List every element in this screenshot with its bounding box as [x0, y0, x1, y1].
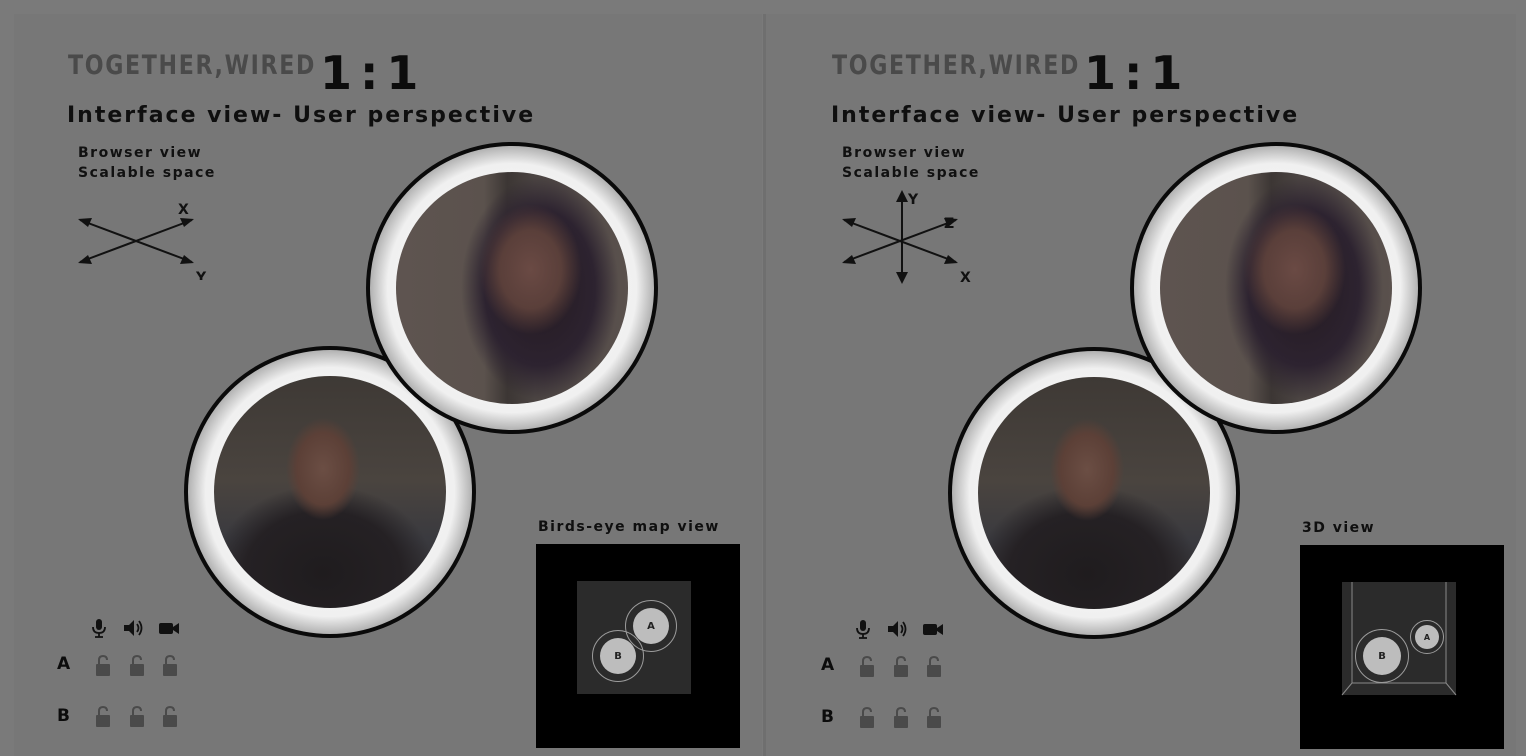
browser-view-line: Browser view [842, 145, 967, 161]
token-a[interactable]: A [1415, 625, 1439, 649]
participant-b-video[interactable] [214, 376, 446, 608]
browser-view-label: Browser view Scalable space [842, 143, 980, 183]
panel-right: TOGETHER,WIRED 1:1 Interface view- User … [766, 14, 1516, 756]
unlock-icon[interactable] [858, 655, 876, 679]
ratio-label: 1:1 [1084, 46, 1191, 100]
unlock-icon[interactable] [925, 655, 943, 679]
unlock-icon[interactable] [892, 655, 910, 679]
unlock-icon[interactable] [128, 705, 146, 729]
unlock-icon[interactable] [925, 706, 943, 730]
unlock-icon[interactable] [161, 654, 179, 678]
row-label-b: B [821, 707, 834, 727]
unlock-icon[interactable] [858, 706, 876, 730]
axis-x-label: X [178, 202, 189, 218]
speaker-icon[interactable] [886, 618, 908, 640]
page-subtitle: Interface view- User perspective [67, 103, 536, 128]
unlock-icon[interactable] [161, 705, 179, 729]
map-title: Birds-eye map view [538, 519, 720, 535]
axis-x-label: X [960, 270, 971, 286]
participant-b-video[interactable] [978, 377, 1210, 609]
participant-a-video[interactable] [1160, 172, 1392, 404]
panel-left: TOGETHER,WIRED 1:1 Interface view- User … [14, 14, 762, 756]
camera-icon[interactable] [158, 617, 180, 639]
page-subtitle: Interface view- User perspective [831, 103, 1300, 128]
row-label-a: A [821, 655, 835, 675]
browser-view-label: Browser view Scalable space [78, 143, 216, 183]
scalable-space-line: Scalable space [842, 165, 980, 181]
scalable-space-line: Scalable space [78, 165, 216, 181]
axes-3d-icon: Y Z X [842, 190, 971, 286]
3d-view-map[interactable]: A B [1300, 545, 1504, 749]
axes-2d-icon: X Y [78, 202, 207, 280]
row-label-a: A [57, 654, 71, 674]
token-b[interactable]: B [600, 638, 636, 674]
brand-title: TOGETHER,WIRED [68, 50, 317, 81]
axis-z-label: Z [944, 216, 954, 232]
unlock-icon[interactable] [94, 654, 112, 678]
speaker-icon[interactable] [122, 617, 144, 639]
unlock-icon[interactable] [892, 706, 910, 730]
map-title: 3D view [1302, 520, 1376, 536]
axis-y-label: Y [195, 270, 207, 280]
axis-y-label: Y [907, 192, 919, 208]
microphone-icon[interactable] [852, 618, 874, 640]
brand-title: TOGETHER,WIRED [832, 50, 1081, 81]
birds-eye-map[interactable]: A B [536, 544, 740, 748]
browser-view-line: Browser view [78, 145, 203, 161]
unlock-icon[interactable] [128, 654, 146, 678]
microphone-icon[interactable] [88, 617, 110, 639]
participant-a-video[interactable] [396, 172, 628, 404]
token-a[interactable]: A [633, 608, 669, 644]
token-b[interactable]: B [1363, 637, 1401, 675]
unlock-icon[interactable] [94, 705, 112, 729]
camera-icon[interactable] [922, 618, 944, 640]
ratio-label: 1:1 [320, 46, 427, 100]
row-label-b: B [57, 706, 70, 726]
